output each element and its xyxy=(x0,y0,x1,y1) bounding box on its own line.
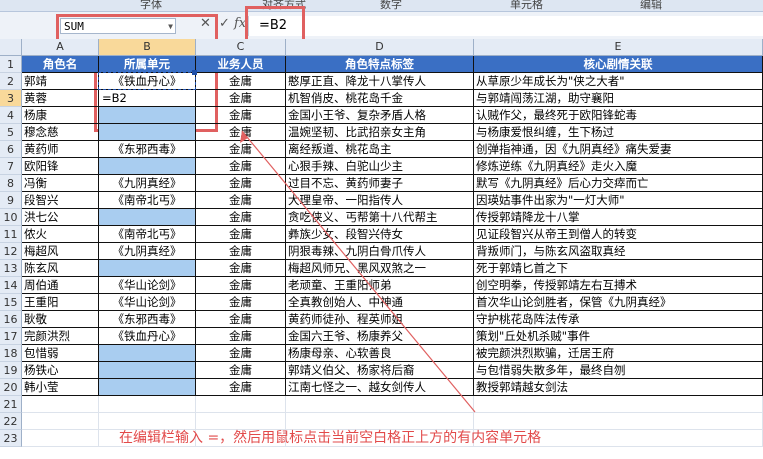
annotation-arrow xyxy=(240,130,476,413)
instruction-note: 在编辑栏输入 =，然后用鼠标点击当前空白格正上方的有内容单元格 xyxy=(119,430,542,446)
